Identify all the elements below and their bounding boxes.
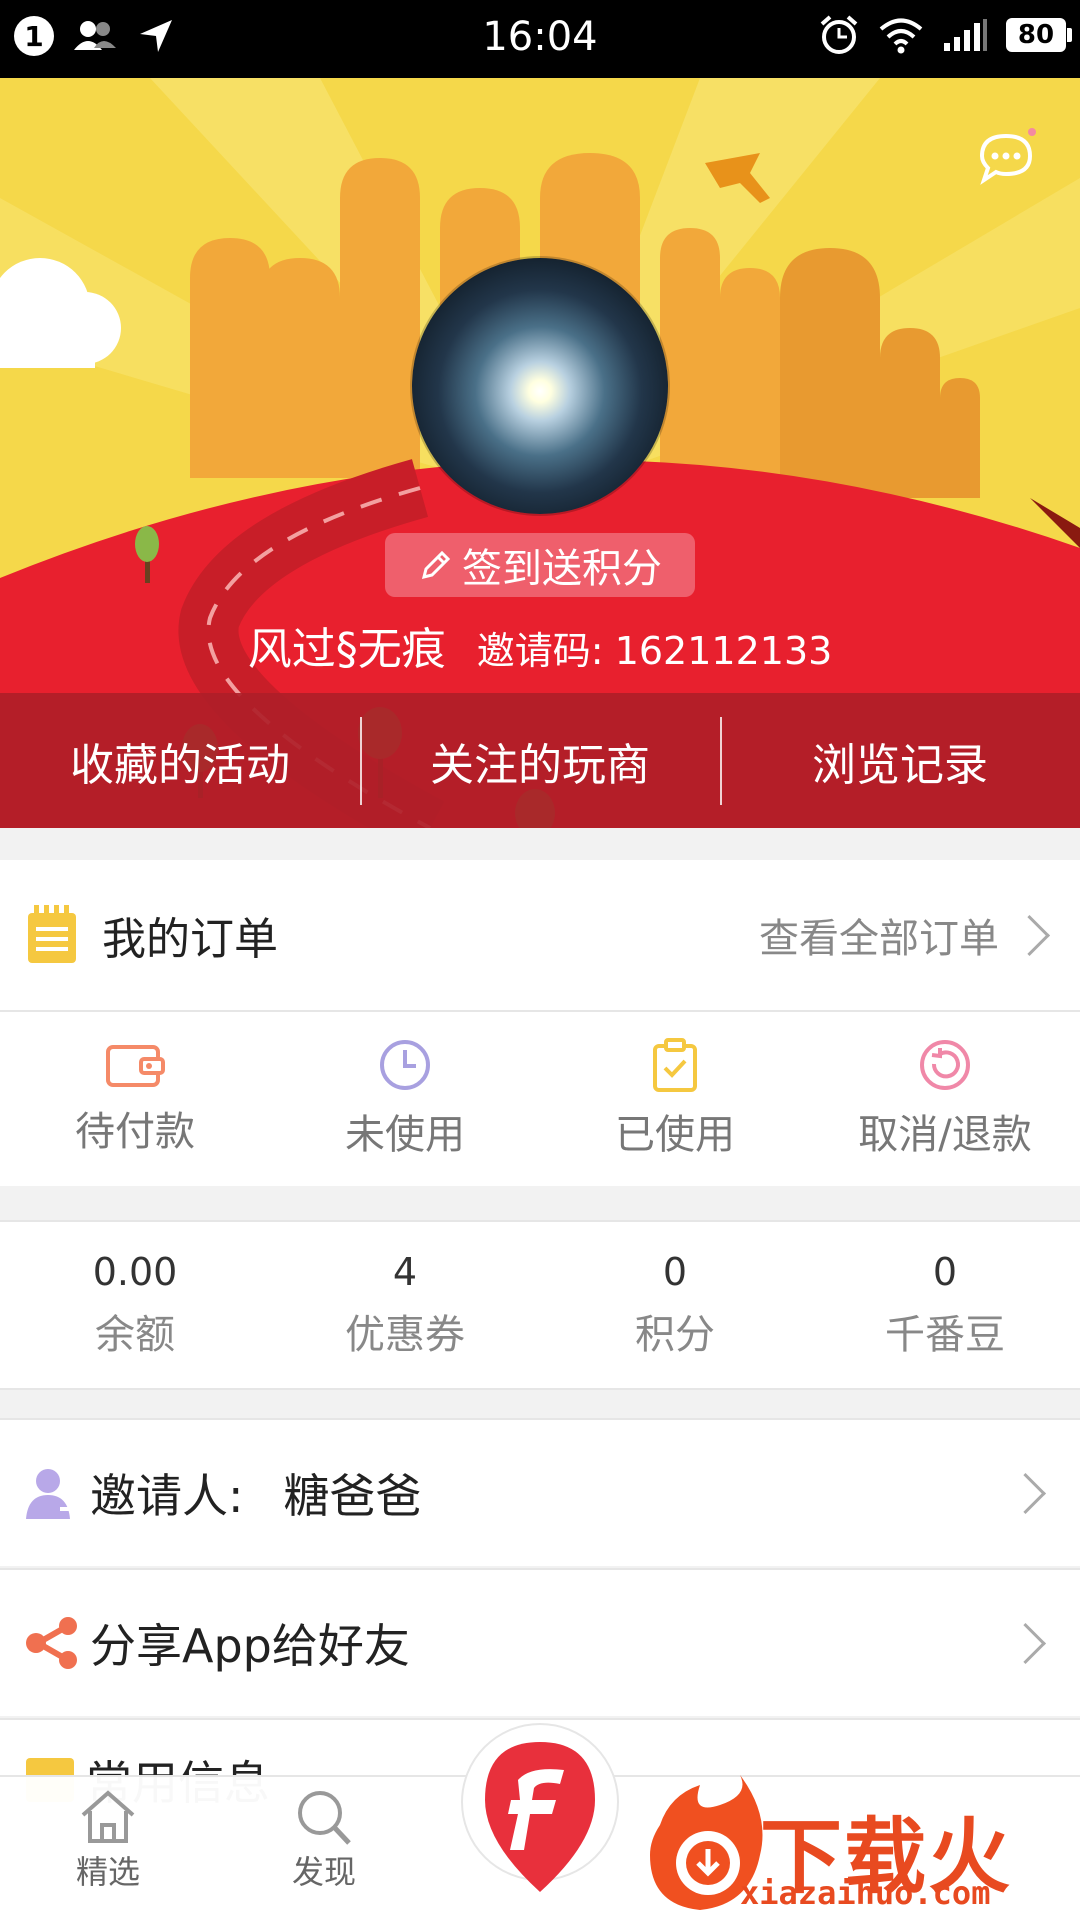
order-status-used[interactable]: 已使用 — [540, 1012, 810, 1186]
order-status-label: 取消/退款 — [858, 1112, 1032, 1158]
profile-header: 签到送积分 风过§无痕 邀请码: 162112133 收藏的活动 关注的玩商 浏… — [0, 78, 1080, 828]
share-icon — [26, 1617, 77, 1669]
tab-browse-history[interactable]: 浏览记录 — [720, 693, 1080, 828]
inviter-row[interactable]: 邀请人: 糖爸爸 — [0, 1418, 1080, 1566]
watermark-domain: xiazaihuo.com — [740, 1874, 991, 1912]
asset-value: 4 — [392, 1250, 418, 1294]
status-bar: 1 16:04 80 — [0, 0, 1080, 78]
order-status-bar: 待付款 未使用 已使用 取消/退款 — [0, 1012, 1080, 1186]
asset-value: 0 — [932, 1250, 958, 1294]
view-all-orders-link[interactable]: 查看全部订单 — [759, 906, 999, 964]
share-app-label: 分享App给好友 — [90, 1619, 410, 1673]
search-icon — [298, 1791, 351, 1845]
wallet-icon — [106, 1045, 165, 1087]
clipboard-check-icon — [653, 1038, 697, 1092]
order-notepad-icon — [28, 905, 76, 963]
asset-label: 千番豆 — [885, 1312, 1005, 1358]
asset-label: 优惠券 — [345, 1312, 465, 1358]
asset-value: 0 — [662, 1250, 688, 1294]
inviter-person-icon — [26, 1469, 80, 1519]
asset-balance[interactable]: 0.00 余额 — [0, 1222, 270, 1388]
home-icon — [81, 1790, 135, 1843]
battery-indicator: 80 — [1006, 18, 1072, 52]
invite-code-label: 邀请码: — [476, 629, 604, 673]
alarm-icon — [820, 15, 858, 54]
order-status-label: 未使用 — [345, 1112, 465, 1158]
signin-label: 签到送积分 — [462, 546, 662, 592]
nav-discover-label: 发现 — [291, 1853, 356, 1891]
tab-followed-merchants[interactable]: 关注的玩商 — [360, 693, 720, 828]
nav-discover[interactable]: 发现 — [254, 1787, 394, 1893]
clock-icon — [380, 1040, 430, 1090]
assets-summary: 0.00 余额 4 优惠券 0 积分 0 千番豆 — [0, 1220, 1080, 1390]
wifi-icon — [879, 18, 923, 54]
asset-coupons[interactable]: 4 优惠券 — [270, 1222, 540, 1388]
asset-label: 积分 — [635, 1312, 715, 1358]
pencil-icon — [421, 550, 451, 580]
signin-button[interactable]: 签到送积分 — [385, 533, 695, 597]
message-icon[interactable] — [976, 128, 1036, 192]
invite-code: 162112133 — [614, 629, 833, 673]
asset-beans[interactable]: 0 千番豆 — [810, 1222, 1080, 1388]
my-orders-header[interactable]: 我的订单 查看全部订单 — [0, 860, 1080, 1012]
order-status-pending-payment[interactable]: 待付款 — [0, 1012, 270, 1186]
asset-value: 0.00 — [92, 1250, 178, 1294]
inviter-name: 糖爸爸 — [283, 1469, 422, 1523]
username: 风过§无痕 — [247, 624, 446, 675]
my-orders-title: 我的订单 — [102, 914, 278, 965]
inviter-label: 邀请人: — [90, 1469, 244, 1523]
nav-home[interactable]: 精选 — [38, 1787, 178, 1893]
order-status-label: 已使用 — [615, 1112, 735, 1158]
signal-icon — [944, 19, 987, 51]
share-app-row[interactable]: 分享App给好友 — [0, 1568, 1080, 1716]
center-app-logo-button[interactable] — [460, 1722, 620, 1912]
tab-favorite-activities[interactable]: 收藏的活动 — [0, 693, 360, 828]
order-status-refund[interactable]: 取消/退款 — [810, 1012, 1080, 1186]
chevron-right-icon — [1004, 1472, 1047, 1514]
order-status-unused[interactable]: 未使用 — [270, 1012, 540, 1186]
chevron-right-icon — [1004, 1622, 1047, 1664]
quick-tabs: 收藏的活动 关注的玩商 浏览记录 — [0, 693, 1080, 828]
order-status-label: 待付款 — [75, 1109, 195, 1155]
app-logo-icon — [461, 1723, 619, 1892]
avatar[interactable] — [412, 258, 668, 514]
refund-icon — [920, 1040, 970, 1090]
chevron-right-icon — [1008, 914, 1051, 956]
asset-label: 余额 — [95, 1312, 175, 1358]
nav-home-label: 精选 — [75, 1853, 140, 1891]
user-info-line: 风过§无痕 邀请码: 162112133 — [0, 613, 1080, 677]
asset-points[interactable]: 0 积分 — [540, 1222, 810, 1388]
